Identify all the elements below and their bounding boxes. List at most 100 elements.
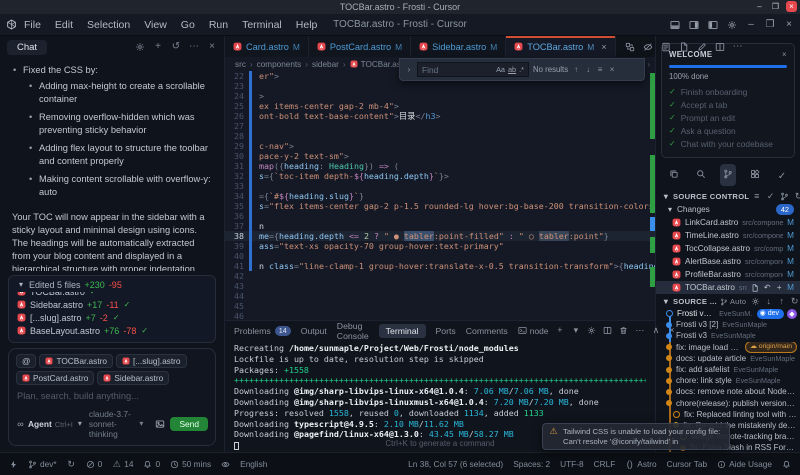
panel-bottom-icon[interactable]: [670, 20, 680, 30]
regex-toggle[interactable]: .*: [519, 65, 524, 74]
os-titlebar[interactable]: TOCBar.astro - Frosti - Cursor – ❐ ×: [0, 0, 800, 14]
status-item-notifications-bell[interactable]: [782, 460, 791, 469]
code-line[interactable]: 36: [225, 211, 655, 221]
discard-icon[interactable]: ↶: [763, 284, 771, 292]
more-icon[interactable]: ⋯: [635, 326, 644, 335]
find-previous-icon[interactable]: ↑: [572, 66, 580, 74]
plus-icon[interactable]: +: [775, 284, 783, 292]
notebook-icon[interactable]: [661, 42, 671, 52]
status-item-remote-indicator[interactable]: [9, 460, 18, 469]
history-icon[interactable]: ↺: [171, 42, 181, 52]
chat-message-area[interactable]: Fixed the CSS by:Adding max-height to cr…: [0, 58, 224, 271]
menu-file[interactable]: File: [17, 17, 48, 33]
list-icon[interactable]: ≡: [752, 192, 761, 201]
breadcrumb-item[interactable]: components: [257, 60, 302, 69]
close-button[interactable]: ×: [786, 1, 797, 12]
status-item-usage-timer[interactable]: 50 mins: [170, 459, 211, 469]
code-line[interactable]: 41n class="line-clamp-1 group-hover:tran…: [225, 261, 655, 271]
panel-tab-problems[interactable]: Problems14: [234, 326, 291, 336]
attach-image-icon[interactable]: [155, 419, 165, 429]
code-line[interactable]: 29c-nav">: [225, 141, 655, 151]
code-line[interactable]: 23: [225, 81, 655, 91]
status-item-cursor-position[interactable]: Ln 38, Col 57 (6 selected): [408, 459, 503, 469]
whole-word-toggle[interactable]: ab: [508, 65, 516, 74]
plus-icon[interactable]: +: [555, 326, 564, 335]
notification-toast[interactable]: ⚠ Tailwind CSS is unable to load your co…: [542, 423, 730, 450]
open-changes-icon[interactable]: [625, 42, 635, 52]
find-expand-icon[interactable]: ›: [405, 66, 413, 74]
code-line[interactable]: 43: [225, 281, 655, 291]
gear-icon[interactable]: [587, 326, 596, 335]
status-item-error-count[interactable]: 0: [86, 459, 103, 469]
status-item-privacy-mode[interactable]: [221, 460, 230, 469]
chat-input[interactable]: Plan, search, build anything...: [16, 388, 208, 406]
chat-input-card[interactable]: @TOCBar.astro[...slug].astroPostCard.ast…: [8, 348, 216, 446]
welcome-checklist-item[interactable]: ✓Accept a tab: [669, 98, 787, 111]
status-item-notification-count[interactable]: 0: [143, 459, 160, 469]
edited-file-row[interactable]: [...slug].astro+7-2✓: [17, 311, 207, 324]
editor-tab-sidebar-astro[interactable]: Sidebar.astroM: [411, 36, 506, 57]
status-item-indentation[interactable]: Spaces: 2: [513, 459, 550, 469]
code-line[interactable]: 40: [225, 251, 655, 261]
commit-row[interactable]: docs: update articleEveSunMaple: [656, 353, 800, 364]
close-icon[interactable]: ×: [784, 20, 794, 30]
find-in-selection-icon[interactable]: ≡: [596, 66, 604, 74]
eye-off-icon[interactable]: [643, 42, 653, 52]
pencil-icon[interactable]: [697, 42, 707, 52]
panel-tab-comments[interactable]: Comments: [466, 326, 508, 336]
scm-changes-row[interactable]: ▾ Changes 42: [656, 203, 800, 216]
commit-row[interactable]: fix: image load err...☁origin/main: [656, 342, 800, 353]
code-line[interactable]: 28: [225, 131, 655, 141]
find-close-icon[interactable]: ×: [608, 66, 616, 74]
minimize-icon[interactable]: –: [746, 20, 756, 30]
code-line[interactable]: 26ont-bold text-base-content">目录</h3>: [225, 111, 655, 121]
chat-tab[interactable]: Chat: [7, 40, 47, 55]
code-line[interactable]: 35s="flex items-center gap-2 p-1.5 round…: [225, 201, 655, 211]
code-line[interactable]: 24>: [225, 91, 655, 101]
editor-tab-postcard-astro[interactable]: PostCard.astroM: [309, 36, 411, 57]
scm-file-row[interactable]: LinkCard.astrosrc/componen...M: [656, 216, 800, 229]
menu-edit[interactable]: Edit: [48, 17, 80, 33]
refresh-icon[interactable]: ↻: [790, 297, 799, 306]
code-line[interactable]: 30pace-y-2 text-sm">: [225, 151, 655, 161]
menu-view[interactable]: View: [137, 17, 174, 33]
find-input[interactable]: Find Aa ab .*: [417, 62, 529, 77]
arrow-up-icon[interactable]: ↑: [777, 297, 786, 306]
context-chip[interactable]: Sidebar.astro: [97, 371, 169, 385]
panel-right-icon[interactable]: [689, 20, 699, 30]
arrow-down-icon[interactable]: ↓: [764, 297, 773, 306]
restore-button[interactable]: ❐: [770, 1, 781, 12]
scm-header[interactable]: ▾ SOURCE CONTROL ≡✓↻⋯: [656, 189, 800, 203]
code-line[interactable]: 45: [225, 301, 655, 311]
gear-icon[interactable]: [751, 297, 760, 306]
status-item-branch-status[interactable]: dev*: [28, 459, 57, 469]
panel-tab-terminal[interactable]: Terminal: [379, 324, 426, 338]
edited-files-header[interactable]: ▾ Edited 5 files +230 -95: [9, 276, 215, 292]
panel-left-icon[interactable]: [708, 20, 718, 30]
welcome-checklist-item[interactable]: ✓Prompt an edit: [669, 111, 787, 124]
menu-run[interactable]: Run: [202, 17, 235, 33]
welcome-checklist-item[interactable]: ✓Ask a question: [669, 124, 787, 137]
panel-tab-output[interactable]: Output: [301, 326, 327, 336]
edited-files-card[interactable]: ▾ Edited 5 files +230 -95 TOCBar.astro✓S…: [8, 275, 216, 343]
match-case-toggle[interactable]: Aa: [496, 65, 505, 74]
split-icon[interactable]: [715, 42, 725, 52]
status-item-cursor-tab[interactable]: Cursor Tab: [667, 459, 707, 469]
code-line[interactable]: 37n: [225, 221, 655, 231]
code-line[interactable]: 33: [225, 181, 655, 191]
editor-tab-card-astro[interactable]: Card.astroM: [225, 36, 309, 57]
welcome-checklist-item[interactable]: ✓Chat with your codebase: [669, 137, 787, 150]
edited-file-row[interactable]: BaseLayout.astro+76-78✓: [17, 324, 207, 337]
commit-row[interactable]: docs: remove note about Node.js...: [656, 386, 800, 397]
find-widget[interactable]: › Find Aa ab .* No results ↑ ↓ ≡ ×: [399, 58, 645, 81]
panel-tab-debug-console[interactable]: Debug Console: [337, 321, 369, 341]
commit-row[interactable]: Frosti v3 [2]EveSunMaple: [656, 319, 800, 330]
commit-row[interactable]: Frosti v3EveSunMaple: [656, 330, 800, 341]
panel-tab-ports[interactable]: Ports: [436, 326, 456, 336]
code-line[interactable]: 38me={heading.depth <= 2 ? " ● tabler:po…: [225, 231, 655, 241]
check-icon[interactable]: ✓: [766, 192, 775, 201]
agent-mode-select[interactable]: ∞ Agent Ctrl+I ▾: [16, 419, 84, 429]
minimize-button[interactable]: –: [754, 1, 765, 12]
trash-icon[interactable]: [619, 326, 628, 335]
refresh-icon[interactable]: ↻: [794, 192, 800, 201]
